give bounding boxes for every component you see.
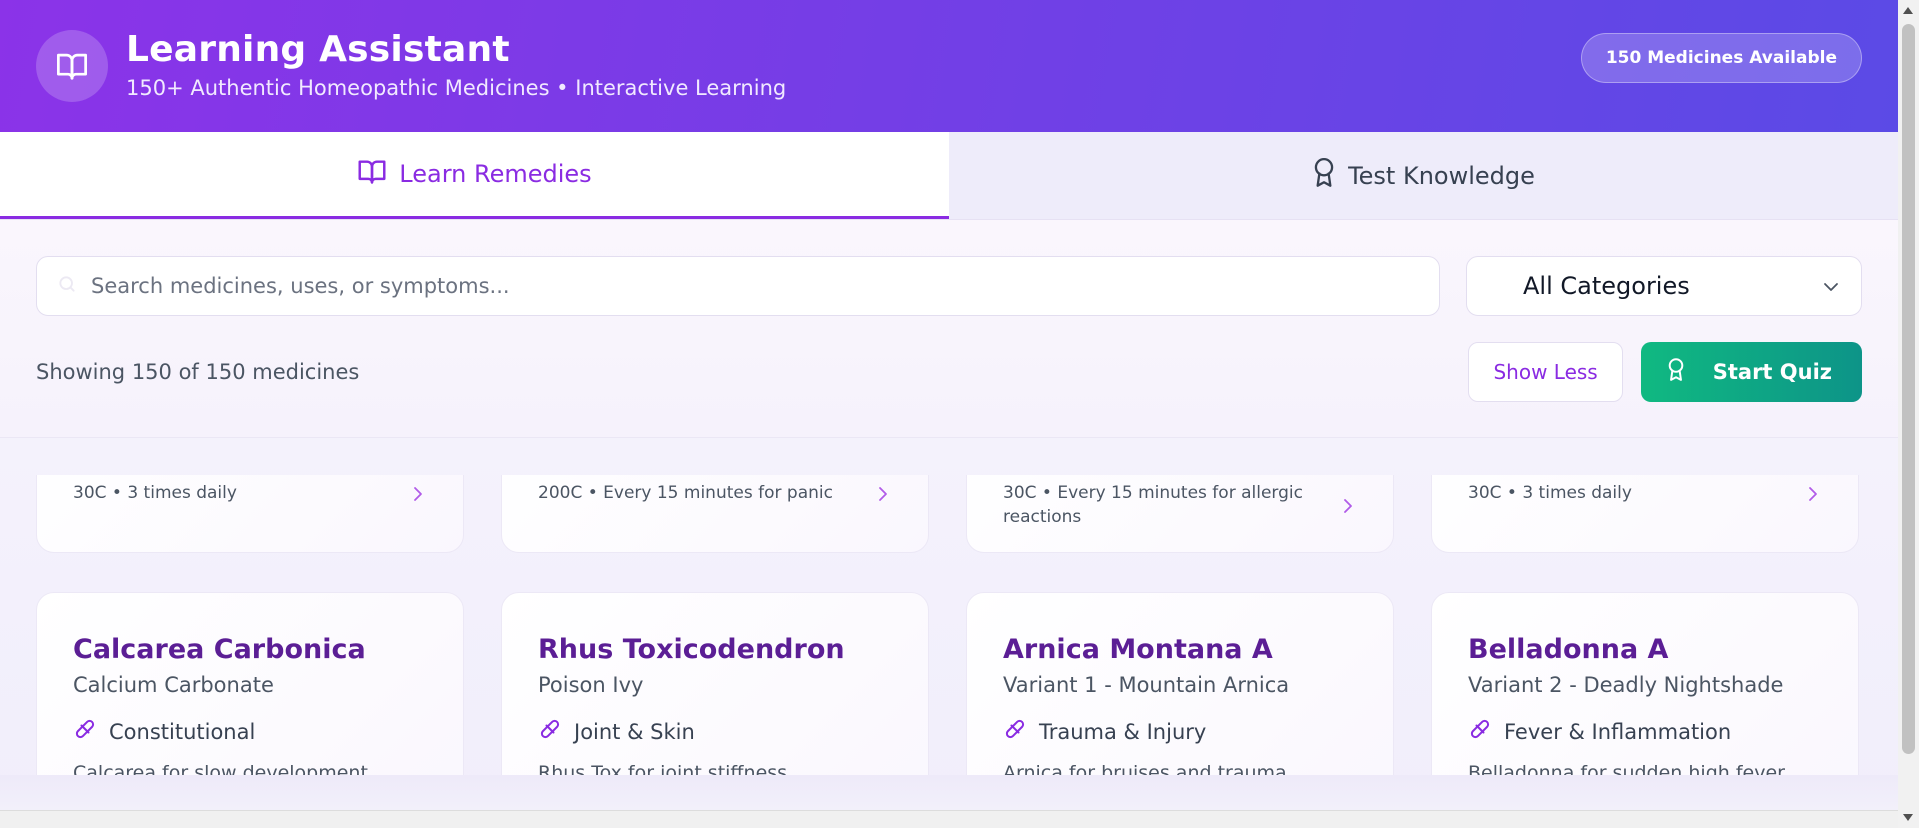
card-description: Belladonna for sudden high fever — [1468, 762, 1785, 775]
card-row-partial: 30C • 3 times daily 200C • Every 15 minu… — [36, 475, 1859, 553]
pill-icon — [1468, 717, 1492, 746]
results-count: Showing 150 of 150 medicines — [36, 360, 360, 384]
card-row: Calcarea Carbonica Calcium Carbonate Con… — [36, 592, 1859, 775]
app-window: Learning Assistant 150+ Authentic Homeop… — [0, 0, 1919, 828]
pill-icon — [1003, 717, 1027, 746]
card-description: Calcarea for slow development — [73, 762, 368, 775]
medicine-card[interactable]: 30C • 3 times daily — [1431, 475, 1859, 553]
app-subtitle: 150+ Authentic Homeopathic Medicines • I… — [126, 76, 787, 100]
pill-icon — [538, 717, 562, 746]
award-icon — [1667, 357, 1685, 387]
scrollbar-thumb[interactable] — [1902, 24, 1915, 754]
card-common-name: Variant 2 - Deadly Nightshade — [1468, 673, 1784, 697]
header-titles: Learning Assistant 150+ Authentic Homeop… — [126, 29, 786, 103]
card-description: Rhus Tox for joint stiffness — [538, 762, 788, 775]
app-title: Learning Assistant — [126, 29, 510, 70]
book-open-icon — [357, 158, 387, 191]
card-description: Arnica for bruises and trauma — [1003, 762, 1287, 775]
horizontal-scrollbar[interactable] — [0, 810, 1898, 828]
app-header: Learning Assistant 150+ Authentic Homeop… — [0, 0, 1898, 132]
card-medicine-name: Rhus Toxicodendron — [538, 634, 845, 665]
card-dosage: 30C • Every 15 minutes for allergic reac… — [1003, 483, 1303, 527]
card-common-name: Variant 1 - Mountain Arnica — [1003, 673, 1290, 697]
card-dosage: 30C • 3 times daily — [1468, 483, 1632, 503]
tab-bar: Learn Remedies Test Knowledge — [0, 132, 1898, 220]
award-icon — [1312, 157, 1336, 194]
card-category: Constitutional — [109, 719, 256, 744]
show-less-button[interactable]: Show Less — [1468, 342, 1623, 402]
tab-label: Test Knowledge — [1348, 161, 1535, 190]
medicine-card[interactable]: 30C • Every 15 minutes for allergic reac… — [966, 475, 1394, 553]
medicine-card[interactable]: Calcarea Carbonica Calcium Carbonate Con… — [36, 592, 464, 775]
medicine-card[interactable]: Belladonna A Variant 2 - Deadly Nightsha… — [1431, 592, 1859, 775]
medicine-card[interactable]: 200C • Every 15 minutes for panic — [501, 475, 929, 553]
medicine-card[interactable]: Arnica Montana A Variant 1 - Mountain Ar… — [966, 592, 1394, 775]
tab-learn-remedies[interactable]: Learn Remedies — [0, 132, 949, 219]
search-icon — [57, 274, 77, 298]
vertical-scrollbar[interactable] — [1898, 0, 1919, 828]
card-category: Fever & Inflammation — [1504, 719, 1732, 744]
chevron-right-icon — [878, 486, 888, 506]
card-category: Trauma & Injury — [1039, 719, 1207, 744]
tab-label: Learn Remedies — [399, 160, 592, 188]
medicine-grid: 30C • 3 times daily 200C • Every 15 minu… — [0, 475, 1898, 775]
scroll-up-arrow-icon[interactable] — [1903, 7, 1913, 14]
medicine-card[interactable]: Rhus Toxicodendron Poison Ivy Joint & Sk… — [501, 592, 929, 775]
grid-bottom-fade — [0, 775, 1898, 810]
chevron-right-icon — [1343, 498, 1353, 518]
chevron-down-icon — [1823, 277, 1839, 296]
card-category: Joint & Skin — [574, 719, 695, 744]
book-open-icon — [36, 30, 108, 102]
chevron-right-icon — [1808, 486, 1818, 506]
card-medicine-name: Arnica Montana A — [1003, 634, 1273, 665]
start-quiz-button[interactable]: Start Quiz — [1640, 342, 1862, 402]
card-dosage: 30C • 3 times daily — [73, 483, 237, 503]
card-common-name: Poison Ivy — [538, 673, 644, 697]
tab-test-knowledge[interactable]: Test Knowledge — [949, 132, 1898, 219]
card-medicine-name: Belladonna A — [1468, 634, 1669, 665]
category-select[interactable]: All Categories — [1466, 256, 1862, 316]
card-medicine-name: Calcarea Carbonica — [73, 634, 366, 665]
search-box[interactable] — [36, 256, 1440, 316]
medicine-card[interactable]: 30C • 3 times daily — [36, 475, 464, 553]
category-select-value: All Categories — [1523, 272, 1690, 300]
medicines-count-badge: 150 Medicines Available — [1580, 33, 1862, 83]
search-input[interactable] — [91, 274, 1419, 298]
pill-icon — [73, 717, 97, 746]
scroll-down-arrow-icon[interactable] — [1903, 814, 1913, 821]
start-quiz-label: Start Quiz — [1712, 360, 1832, 384]
chevron-right-icon — [413, 486, 423, 506]
main-content: Learning Assistant 150+ Authentic Homeop… — [0, 0, 1898, 828]
card-dosage: 200C • Every 15 minutes for panic — [538, 483, 833, 503]
filter-toolbar: All Categories Showing 150 of 150 medici… — [0, 220, 1898, 438]
card-common-name: Calcium Carbonate — [73, 673, 274, 697]
